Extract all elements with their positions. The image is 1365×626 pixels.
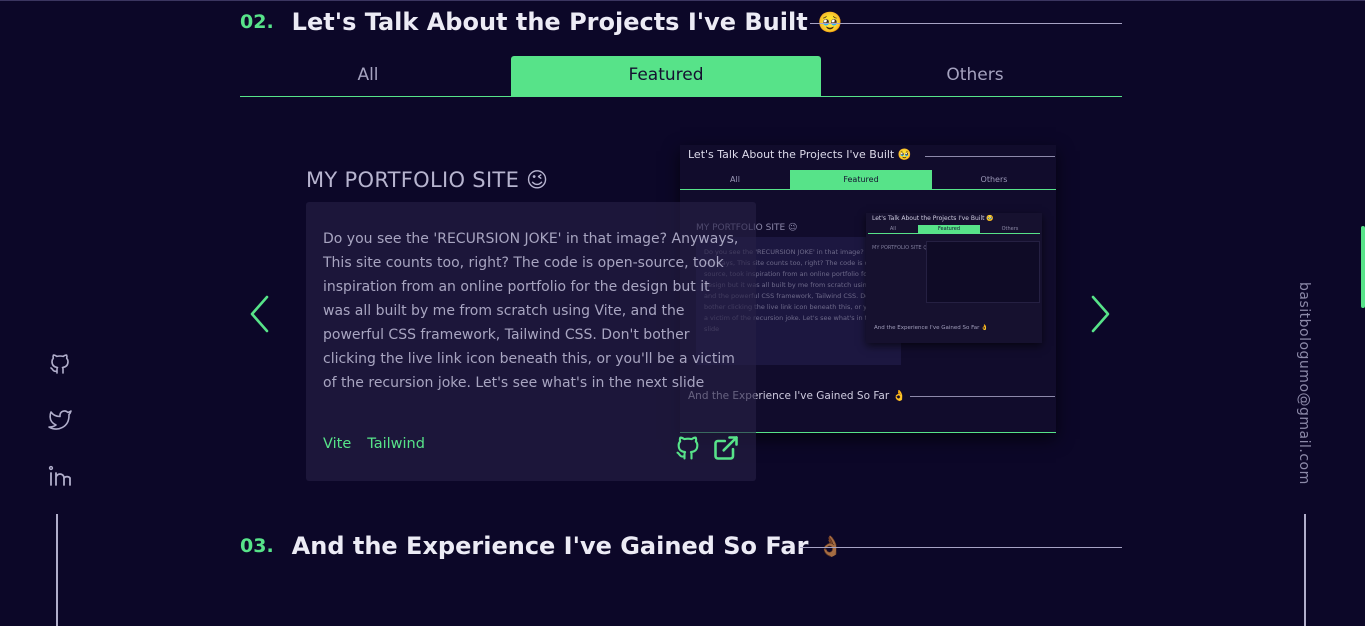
section-number: 03. [240, 535, 274, 557]
project-card: Do you see the 'RECURSION JOKE' in that … [306, 202, 756, 481]
section-emoji: 👌🏾 [818, 534, 844, 558]
section-emoji: 🥹 [817, 10, 843, 34]
twitter-link[interactable] [48, 408, 72, 432]
github-link[interactable] [48, 352, 72, 376]
linkedin-icon [48, 465, 71, 486]
project-tabs: All Featured Others [240, 56, 1122, 97]
nested-tab-others: Others [1001, 226, 1019, 232]
chevron-left-icon [250, 295, 269, 333]
nested-heading: Let's Talk About the Projects I've Built… [872, 215, 994, 222]
project-title: MY PORTFOLIO SITE 😉 [306, 168, 548, 192]
section-number: 02. [240, 11, 274, 33]
github-icon [50, 354, 69, 374]
projects-section-heading: 02. Let's Talk About the Projects I've B… [240, 8, 843, 36]
next-slide-button[interactable] [1088, 295, 1112, 333]
experience-section-heading: 03. And the Experience I've Gained So Fa… [240, 532, 843, 560]
screenshot-tab-others: Others [980, 175, 1008, 184]
twitter-icon [48, 410, 72, 430]
nested-screenshot: Let's Talk About the Projects I've Built… [866, 213, 1042, 343]
previous-slide-button[interactable] [248, 295, 272, 333]
tech-tags: Vite Tailwind [323, 436, 425, 452]
section-divider [810, 23, 1122, 24]
nested-footer: And the Experience I've Gained So Far 👌 [874, 325, 988, 331]
nested-image [926, 241, 1040, 303]
tab-all[interactable]: All [240, 56, 496, 96]
nested-tab-all: All [889, 226, 897, 232]
social-links [48, 352, 72, 520]
project-title-emoji: 😉 [526, 168, 549, 192]
tag-tailwind: Tailwind [367, 436, 425, 452]
tab-featured[interactable]: Featured [511, 56, 821, 96]
nested-project-title: MY PORTFOLIO SITE 😉 [872, 245, 929, 251]
section-title: And the Experience I've Gained So Far [291, 532, 809, 560]
scrollbar-thumb[interactable] [1361, 226, 1365, 308]
external-link-icon[interactable] [712, 434, 740, 462]
social-divider-line [56, 514, 58, 626]
screenshot-divider [925, 156, 1055, 157]
nested-tabs: All Featured Others [868, 225, 1040, 234]
github-icon[interactable] [674, 434, 702, 462]
screenshot-tab-featured: Featured [790, 170, 932, 189]
project-description: Do you see the 'RECURSION JOKE' in that … [323, 231, 739, 391]
section-title: Let's Talk About the Projects I've Built [291, 8, 808, 36]
project-links [674, 434, 740, 462]
screenshot-tabs: All Featured Others [680, 170, 1056, 190]
section-divider [800, 547, 1122, 548]
top-border [0, 0, 1365, 1]
tag-vite: Vite [323, 436, 352, 452]
tab-others[interactable]: Others [836, 56, 1114, 96]
screenshot-tab-all: All [730, 175, 740, 184]
linkedin-link[interactable] [48, 464, 72, 488]
screenshot-heading: Let's Talk About the Projects I've Built… [688, 148, 912, 161]
email-divider-line [1304, 514, 1306, 626]
project-title-text: MY PORTFOLIO SITE [306, 168, 520, 192]
email-link[interactable]: basitbologumo@gmail.com [1296, 282, 1312, 485]
screenshot-divider-2 [910, 396, 1055, 397]
chevron-right-icon [1091, 295, 1110, 333]
nested-tab-featured: Featured [918, 225, 980, 233]
